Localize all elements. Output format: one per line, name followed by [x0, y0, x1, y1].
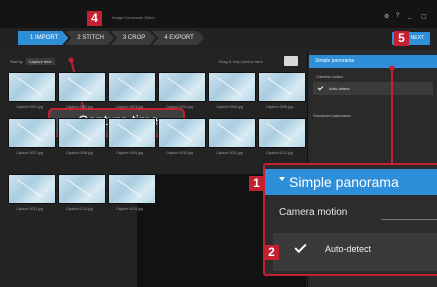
photo-thumbnail[interactable] — [108, 174, 156, 204]
photo-thumbnail-label: Capture 0005.jpg — [216, 105, 243, 109]
title-bar: Image Composite Editor ⚙ ? _ ▢ — [0, 0, 437, 28]
photo-thumbnail-label: Capture 0004.jpg — [166, 105, 193, 109]
photo-thumbnail[interactable] — [8, 118, 56, 148]
photo-thumbnail-label: Capture 0006.jpg — [266, 105, 293, 109]
add-photos-icon[interactable] — [284, 56, 298, 66]
badge-2: 2 — [264, 245, 279, 260]
photo-thumbnail-label: Capture 0007.jpg — [16, 151, 43, 155]
photo-thumbnail-label: Capture 0013.jpg — [16, 207, 43, 211]
photo-thumbnail[interactable] — [58, 174, 106, 204]
maximize-icon[interactable]: ▢ — [421, 13, 427, 20]
minimize-icon[interactable]: _ — [408, 13, 411, 19]
photo-thumbnail-label: Capture 0001.jpg — [16, 105, 43, 109]
photo-thumbnail-label: Capture 0014.jpg — [66, 207, 93, 211]
photo-thumbnail[interactable] — [208, 118, 256, 148]
zoom-callout: Simple panorama Camera motion Auto-detec… — [263, 163, 437, 276]
photo-thumbnail-label: Capture 0008.jpg — [66, 151, 93, 155]
zoom-divider — [381, 219, 437, 220]
photo-thumbnail[interactable] — [158, 118, 206, 148]
step-export[interactable]: 4 EXPORT — [152, 31, 204, 45]
photo-thumbnail[interactable] — [258, 72, 306, 102]
photo-thumbnail[interactable] — [158, 72, 206, 102]
photo-thumbnail[interactable] — [208, 72, 256, 102]
photo-thumbnail[interactable] — [58, 72, 106, 102]
photo-thumbnail[interactable] — [108, 118, 156, 148]
photo-thumbnail-label: Capture 0009.jpg — [116, 151, 143, 155]
simple-panorama-header[interactable]: Simple panorama — [309, 55, 437, 68]
photo-thumbnail[interactable] — [108, 72, 156, 102]
photo-thumbnail-label: Capture 0015.jpg — [116, 207, 143, 211]
ice-screenshot: Image Composite Editor ⚙ ? _ ▢ 1 IMPORT … — [0, 0, 437, 287]
sort-select[interactable]: Capture time — [25, 58, 55, 65]
photo-thumbnail-label: Capture 0010.jpg — [166, 151, 193, 155]
photo-thumbnail-label: Capture 0003.jpg — [116, 105, 143, 109]
badge-5: 5 — [394, 31, 409, 46]
photo-thumbnail[interactable] — [258, 118, 306, 148]
app-title: Image Composite Editor — [112, 15, 155, 20]
sort-control: Sort by Capture time — [10, 57, 55, 66]
camera-motion-select[interactable]: Auto-detect — [313, 82, 433, 95]
help-icon[interactable]: ? — [396, 13, 399, 19]
chevron-down-icon — [279, 177, 285, 181]
wizard-steps: 1 IMPORT 2 STITCH 3 CROP 4 EXPORT — [18, 31, 201, 45]
photo-thumbnail-label: Capture 0011.jpg — [216, 151, 243, 155]
camera-motion-label: Camera motion — [316, 74, 344, 79]
photo-thumbnail[interactable] — [58, 118, 106, 148]
zoom-auto-detect-text: Auto-detect — [325, 244, 372, 254]
step-crop[interactable]: 3 CROP — [111, 31, 155, 45]
photo-thumbnail-label: Capture 0012.jpg — [266, 151, 293, 155]
drag-hint: Drag & drop photos here — [219, 59, 263, 64]
structured-panorama-header[interactable]: Structured panorama — [313, 113, 351, 118]
badge-4: 4 — [87, 11, 102, 26]
settings-icon[interactable]: ⚙ — [384, 13, 389, 20]
badge-1: 1 — [249, 176, 264, 191]
step-stitch[interactable]: 2 STITCH — [65, 31, 114, 45]
zoom-camera-motion-label: Camera motion — [279, 207, 348, 218]
photo-thumbnail-label: Capture 0002.jpg — [66, 105, 93, 109]
photo-thumbnail[interactable] — [8, 174, 56, 204]
zoom-header-text: Simple panorama — [289, 174, 399, 190]
sort-label: Sort by — [10, 59, 23, 64]
photo-thumbnail[interactable] — [8, 72, 56, 102]
step-import[interactable]: 1 IMPORT — [18, 31, 68, 45]
